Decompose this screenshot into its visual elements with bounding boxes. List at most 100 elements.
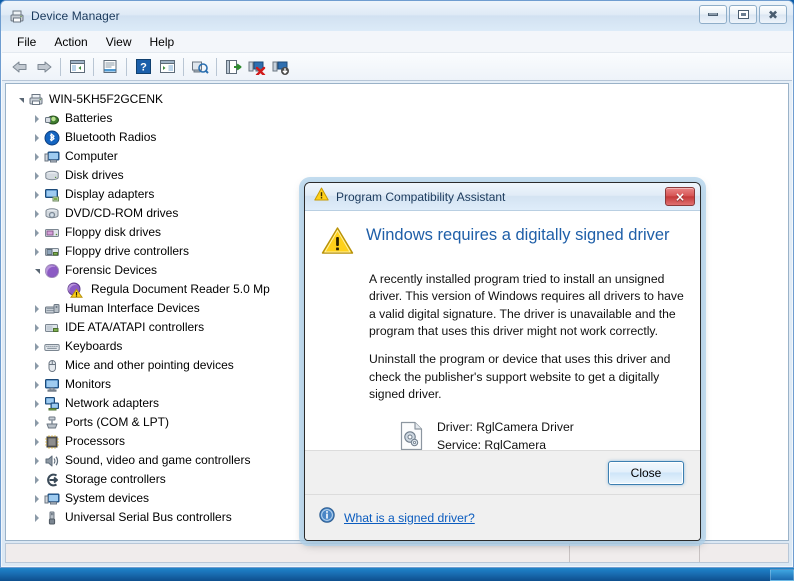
tree-node-label: Forensic Devices xyxy=(65,263,158,277)
what-is-a-signed-driver-link[interactable]: What is a signed driver? xyxy=(344,511,475,525)
dialog-footer: What is a signed driver? xyxy=(305,494,700,540)
taskbar-button[interactable] xyxy=(770,569,794,581)
dialog-title-bar[interactable]: Program Compatibility Assistant × xyxy=(305,183,700,211)
monitor-icon xyxy=(44,377,60,393)
menu-item-help[interactable]: Help xyxy=(141,33,184,51)
tree-node-label: System devices xyxy=(65,491,150,505)
forensic-devices-icon xyxy=(44,263,60,279)
expand-arrow-closed-icon[interactable] xyxy=(30,185,44,204)
tree-node-label: IDE ATA/ATAPI controllers xyxy=(65,320,205,334)
taskbar[interactable] xyxy=(0,568,794,581)
status-bar xyxy=(5,543,789,563)
keyboard-icon xyxy=(44,339,60,355)
menu-item-view[interactable]: View xyxy=(97,33,141,51)
ide-controller-icon xyxy=(44,320,60,336)
tree-root-node[interactable]: WIN-5KH5F2GCENK xyxy=(12,90,788,109)
expand-arrow-closed-icon[interactable] xyxy=(30,109,44,128)
window-title-bar[interactable]: Device Manager ✖ xyxy=(1,1,793,31)
tree-category-node[interactable]: Computer xyxy=(12,147,788,166)
dialog-heading: Windows requires a digitally signed driv… xyxy=(366,226,670,244)
expand-arrow-closed-icon[interactable] xyxy=(30,204,44,223)
hid-icon xyxy=(44,301,60,317)
tree-category-node[interactable]: Batteries xyxy=(12,109,788,128)
forward-arrow-icon[interactable] xyxy=(32,55,56,79)
toolbar-separator xyxy=(60,57,61,76)
properties-icon[interactable] xyxy=(98,55,122,79)
sound-icon xyxy=(44,453,60,469)
device-manager-icon xyxy=(9,8,25,24)
dialog-close-button[interactable]: × xyxy=(665,187,695,206)
tree-node-label: Batteries xyxy=(65,111,113,125)
menu-item-file[interactable]: File xyxy=(8,33,45,51)
expand-arrow-closed-icon[interactable] xyxy=(30,413,44,432)
show-hide-console-tree-icon[interactable] xyxy=(65,55,89,79)
tree-node-label: Universal Serial Bus controllers xyxy=(65,510,232,524)
uninstall-device-icon[interactable] xyxy=(269,55,293,79)
tree-node-label: Bluetooth Radios xyxy=(65,130,157,144)
expand-arrow-closed-icon[interactable] xyxy=(30,394,44,413)
status-pane-main xyxy=(6,544,570,562)
minimize-button[interactable] xyxy=(699,5,727,24)
floppy-disk-icon xyxy=(44,225,60,241)
expand-arrow-closed-icon[interactable] xyxy=(30,432,44,451)
dvd-drive-icon xyxy=(44,206,60,222)
tree-category-node[interactable]: Bluetooth Radios xyxy=(12,128,788,147)
menu-item-action[interactable]: Action xyxy=(45,33,96,51)
dialog-paragraph-1: A recently installed program tried to in… xyxy=(369,272,684,338)
expand-arrow-closed-icon[interactable] xyxy=(30,337,44,356)
back-arrow-icon[interactable] xyxy=(8,55,32,79)
update-driver-icon[interactable] xyxy=(221,55,245,79)
expand-arrow-closed-icon[interactable] xyxy=(30,128,44,147)
expand-arrow-closed-icon[interactable] xyxy=(30,508,44,527)
expand-arrow-closed-icon[interactable] xyxy=(30,375,44,394)
dialog-heading-row: Windows requires a digitally signed driv… xyxy=(321,225,684,260)
close-button[interactable]: ✖ xyxy=(759,5,787,24)
tree-node-label: Regula Document Reader 5.0 Mp xyxy=(91,282,270,296)
expand-arrow-closed-icon[interactable] xyxy=(30,242,44,261)
tree-node-label: Mice and other pointing devices xyxy=(65,358,234,372)
expand-arrow-closed-icon[interactable] xyxy=(30,451,44,470)
dialog-title: Program Compatibility Assistant xyxy=(336,189,506,204)
svg-text:?: ? xyxy=(140,62,147,74)
expand-arrow-closed-icon[interactable] xyxy=(30,223,44,242)
show-hide-action-pane-icon[interactable] xyxy=(155,55,179,79)
battery-icon xyxy=(44,111,60,127)
expand-arrow-open-icon[interactable] xyxy=(14,90,28,109)
computer-node-icon xyxy=(28,92,44,108)
window-controls: ✖ xyxy=(699,5,787,24)
processor-icon xyxy=(44,434,60,450)
driver-detail-driver: Driver: RglCamera Driver xyxy=(437,420,574,435)
expand-arrow-closed-icon[interactable] xyxy=(30,166,44,185)
device-manager-window: Device Manager ✖ File Action View Help ?… xyxy=(0,0,794,568)
close-icon: ✖ xyxy=(767,7,779,22)
expand-arrow-closed-icon[interactable] xyxy=(30,147,44,166)
dialog-button-bar: Close xyxy=(305,450,700,494)
tree-node-label: DVD/CD-ROM drives xyxy=(65,206,179,220)
large-warning-icon xyxy=(321,226,354,260)
port-icon xyxy=(44,415,60,431)
expand-arrow-closed-icon[interactable] xyxy=(30,489,44,508)
help-icon[interactable]: ? xyxy=(131,55,155,79)
disable-device-icon[interactable] xyxy=(245,55,269,79)
scan-for-hardware-changes-icon[interactable] xyxy=(188,55,212,79)
tree-node-label: Floppy drive controllers xyxy=(65,244,190,258)
expand-arrow-closed-icon[interactable] xyxy=(30,299,44,318)
network-adapter-icon xyxy=(44,396,60,412)
expand-arrow-closed-icon[interactable] xyxy=(30,470,44,489)
expand-arrow-open-icon[interactable] xyxy=(30,261,44,280)
dialog-body: Windows requires a digitally signed driv… xyxy=(305,211,700,504)
system-device-icon xyxy=(44,491,60,507)
device-warning-icon xyxy=(66,282,86,298)
dialog-close-action-button[interactable]: Close xyxy=(608,460,684,485)
display-adapter-icon xyxy=(44,187,60,203)
maximize-button[interactable] xyxy=(729,5,757,24)
warning-icon xyxy=(314,187,329,206)
window-title: Device Manager xyxy=(31,9,120,23)
mouse-icon xyxy=(44,358,60,374)
toolbar-separator xyxy=(126,57,127,76)
expand-arrow-closed-icon[interactable] xyxy=(30,318,44,337)
expand-arrow-closed-icon[interactable] xyxy=(30,356,44,375)
tree-node-label: Disk drives xyxy=(65,168,124,182)
dialog-paragraph-2: Uninstall the program or device that use… xyxy=(369,352,671,401)
